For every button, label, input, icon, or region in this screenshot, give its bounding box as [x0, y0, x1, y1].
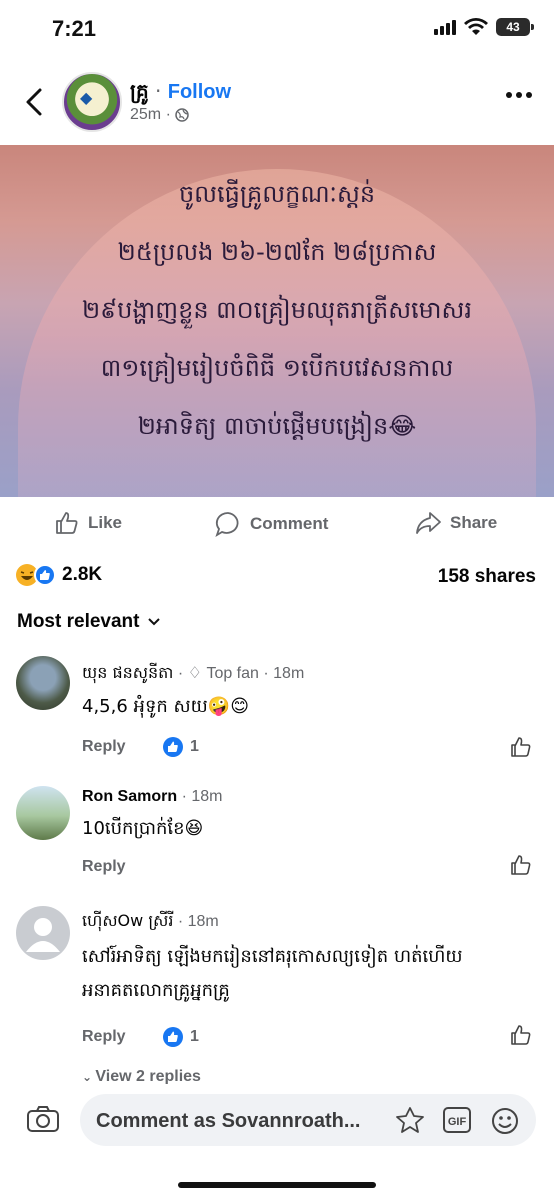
reply-button[interactable]: Reply	[82, 738, 126, 756]
comment-item: Ron Samorn · 18m 10បើកប្រាក់ខែ😆 Reply	[0, 786, 554, 886]
post-line: ៣១គ្រៀមរៀបចំពិធី ១បើកបវេសនកាល	[100, 354, 454, 382]
comment-time: 18m	[187, 913, 219, 930]
post-time: 25m ·	[130, 106, 171, 123]
comment-text: សៅរ៍អាទិត្យ ឡើងមករៀននៅគរុកោសល្យទៀត ហត់ហើ…	[82, 940, 463, 1008]
more-options-icon[interactable]	[506, 92, 532, 98]
commenter-name[interactable]: យុន ផនសូនីតា	[82, 663, 173, 682]
top-fan-badge: Top fan	[206, 665, 259, 682]
comment-item: ហ៊ើសOw ស្រីរី · 18m សៅរ៍អាទិត្យ ឡើងមករៀន…	[0, 906, 554, 1056]
page-name[interactable]: គ្រូ	[130, 79, 149, 103]
page-avatar-logo: ◆	[80, 88, 93, 107]
comment-button[interactable]: Comment	[214, 510, 328, 538]
chevron-down-icon: ⌄	[82, 1070, 96, 1084]
avatar-sticker-icon[interactable]	[394, 1106, 426, 1136]
post-stats: 2.8K 158 shares	[0, 560, 554, 594]
comment-text: 10បើកប្រាក់ខែ😆	[82, 818, 204, 839]
comment-item: យុន ផនសូនីតា · ♢ Top fan · 18m 4,5,6 អុំ…	[0, 656, 554, 764]
status-bar: 7:21 43	[0, 0, 554, 60]
commenter-name[interactable]: ហ៊ើសOw ស្រីរី	[82, 911, 173, 930]
share-label: Share	[450, 513, 498, 532]
share-button[interactable]: Share	[414, 510, 497, 536]
comment-like-count[interactable]: 1	[162, 736, 199, 758]
commenter-avatar[interactable]	[16, 786, 70, 840]
signal-icon	[434, 19, 456, 35]
like-reaction-icon	[163, 737, 183, 757]
comment-like-icon[interactable]	[510, 854, 532, 876]
like-label: Like	[88, 513, 123, 532]
diamond-icon: ♢	[187, 665, 207, 682]
reply-button[interactable]: Reply	[82, 858, 126, 876]
commenter-name-line: យុន ផនសូនីតា · ♢ Top fan · 18m	[82, 663, 305, 682]
wifi-icon	[464, 18, 488, 35]
reaction-count: 2.8K	[62, 564, 103, 585]
comment-like-icon[interactable]	[510, 736, 532, 758]
page-name-line: គ្រូ · Follow	[130, 78, 231, 108]
commenter-avatar[interactable]	[16, 656, 70, 710]
commenter-avatar[interactable]	[16, 906, 70, 960]
post-text: ចូលធ្វើគ្រូលក្ខណៈស្តន់ ២៥ប្រលង ២៦-២៧កែ ២…	[0, 165, 554, 455]
name-separator: ·	[148, 79, 168, 103]
post-line: ២អាទិត្យ ៣ចាប់ផ្តើមបង្រៀន😂	[137, 412, 417, 440]
post-line: ២៥ប្រលង ២៦-២៧កែ ២៨ប្រកាស	[117, 238, 437, 266]
comment-like-count[interactable]: 1	[162, 1026, 199, 1048]
comment-like-number: 1	[190, 738, 199, 755]
emoji-icon[interactable]	[490, 1106, 520, 1136]
home-indicator	[178, 1182, 376, 1188]
comment-text: 4,5,6 អុំទូក សយ🤪😊	[82, 696, 249, 717]
post-meta: 25m ·	[130, 106, 189, 124]
status-icons: 43	[434, 18, 534, 36]
like-button[interactable]: Like	[54, 510, 122, 536]
comment-input[interactable]	[94, 1094, 388, 1148]
comment-time: 18m	[191, 788, 223, 805]
reaction-summary[interactable]: 2.8K	[16, 564, 102, 586]
comment-like-number: 1	[190, 1028, 199, 1045]
chevron-down-icon	[148, 618, 161, 626]
comment-time: 18m	[273, 665, 305, 682]
thumbs-up-icon	[56, 512, 78, 534]
share-count[interactable]: 158 shares	[438, 566, 536, 588]
post-line: ចូលធ្វើគ្រូលក្ខណៈស្តន់	[178, 180, 376, 208]
commenter-name-line: Ron Samorn · 18m	[82, 788, 223, 805]
like-reaction-icon	[34, 564, 56, 586]
back-arrow-icon[interactable]	[20, 84, 48, 120]
default-avatar-icon	[26, 918, 60, 952]
comment-text-line: អនាគតលោកគ្រូអ្នកគ្រូ	[82, 980, 230, 1001]
post-line: ២៩បង្ហាញខ្លួន ៣០គ្រៀមឈុតរាត្រីសមោសរ	[81, 296, 472, 324]
share-icon	[416, 512, 441, 534]
follow-button[interactable]: Follow	[168, 81, 231, 103]
sort-label: Most relevant	[17, 611, 140, 632]
post-header: ◆ គ្រូ · Follow 25m ·	[0, 64, 554, 142]
comment-label: Comment	[250, 514, 329, 533]
commenter-name[interactable]: Ron Samorn	[82, 788, 177, 805]
comment-like-icon[interactable]	[510, 1024, 532, 1046]
gif-icon[interactable]: GIF	[442, 1106, 472, 1134]
view-replies-label: View 2 replies	[95, 1068, 201, 1085]
post-actions: Like Comment Share	[0, 500, 554, 546]
page-avatar[interactable]: ◆	[62, 72, 122, 132]
globe-icon	[175, 108, 189, 122]
battery-icon: 43	[496, 18, 534, 36]
commenter-name-line: ហ៊ើសOw ស្រីរី · 18m	[82, 911, 219, 930]
comment-sort-dropdown[interactable]: Most relevant	[17, 611, 161, 633]
camera-icon[interactable]	[26, 1104, 60, 1134]
post-image[interactable]: ចូលធ្វើគ្រូលក្ខណៈស្តន់ ២៥ប្រលង ២៦-២៧កែ ២…	[0, 145, 554, 497]
reply-button[interactable]: Reply	[82, 1028, 126, 1046]
comment-text-line: សៅរ៍អាទិត្យ ឡើងមករៀននៅគរុកោសល្យទៀត ហត់ហើ…	[82, 946, 463, 967]
comment-box: GIF	[80, 1094, 536, 1148]
comment-icon	[215, 512, 239, 538]
like-reaction-icon	[163, 1027, 183, 1047]
status-time: 7:21	[52, 16, 97, 41]
svg-text:GIF: GIF	[448, 1116, 467, 1128]
